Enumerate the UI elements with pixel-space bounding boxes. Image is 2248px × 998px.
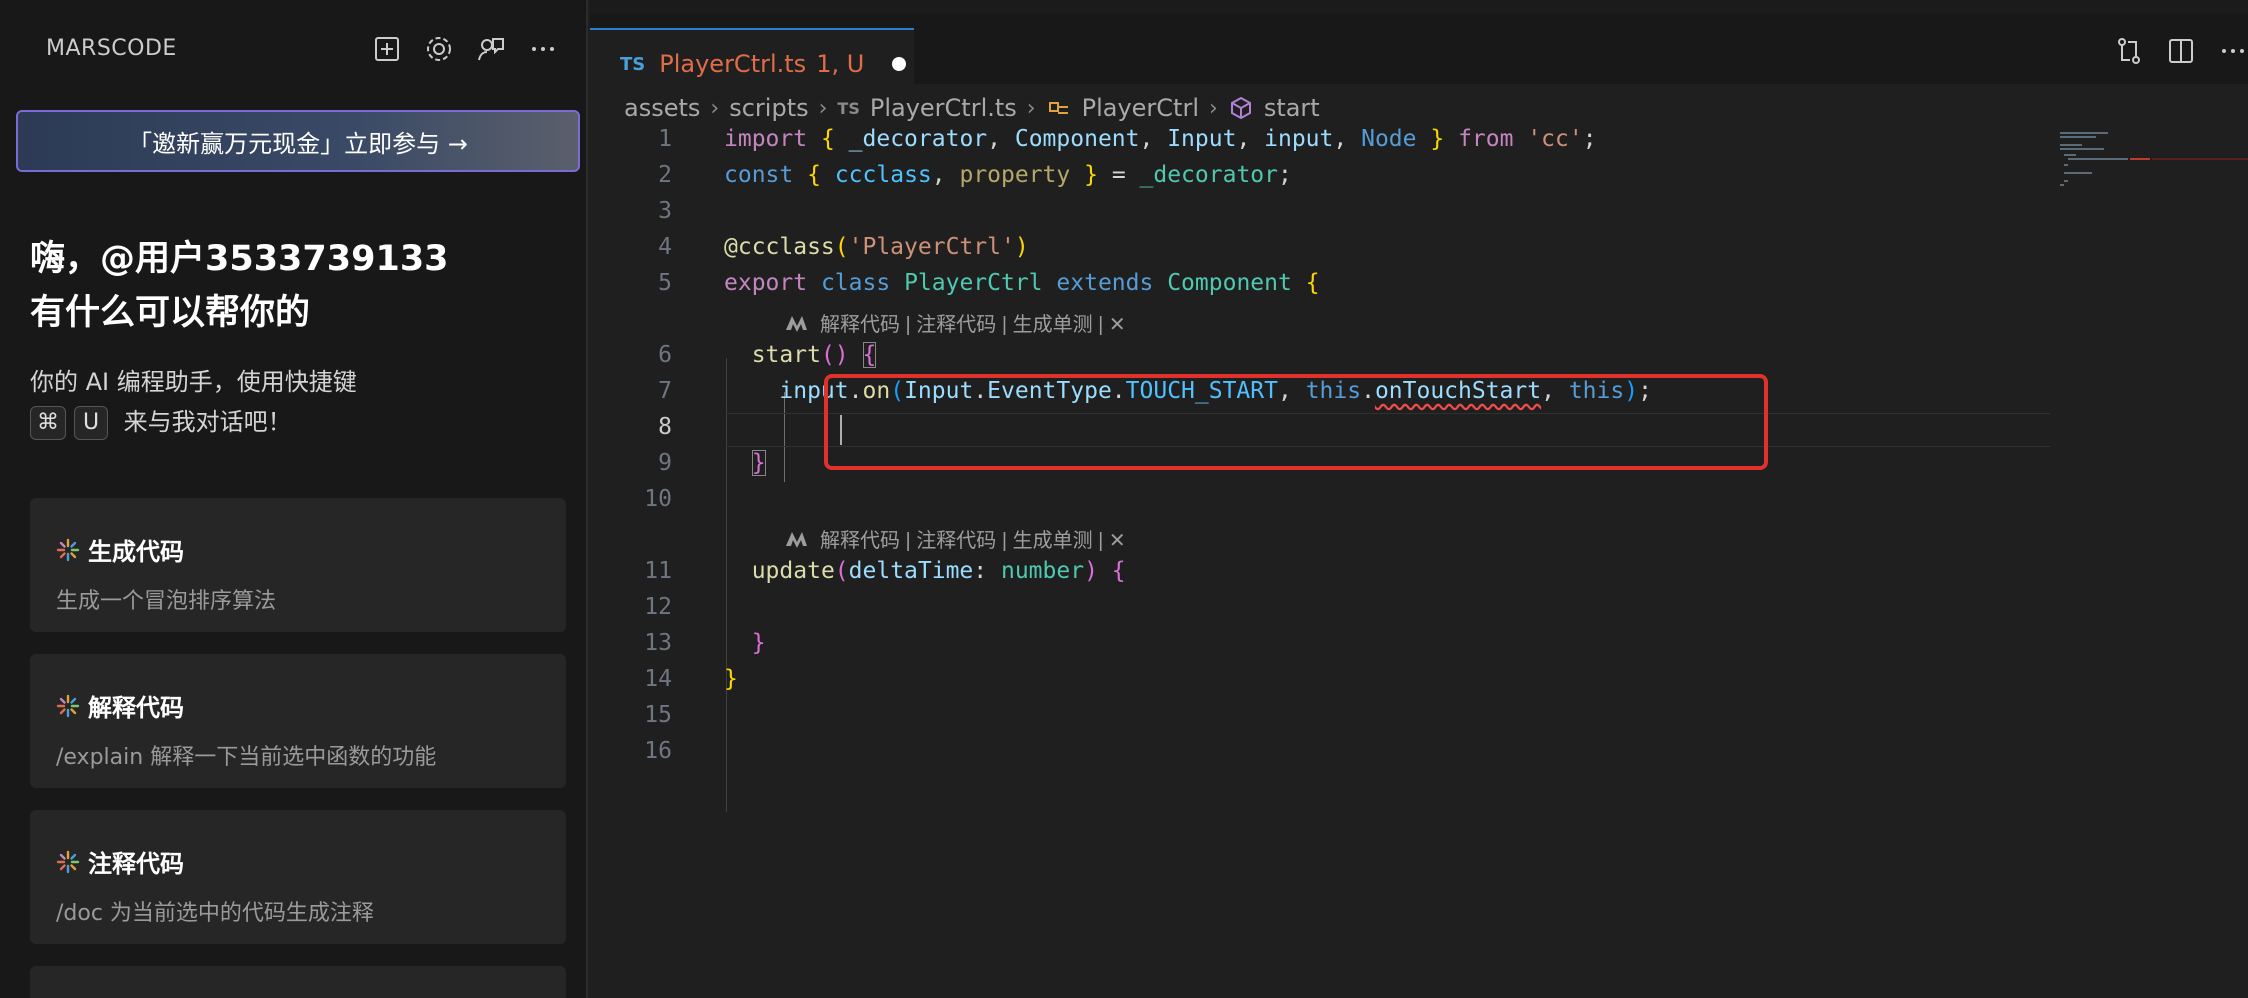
line-number: 2 xyxy=(658,162,672,188)
minimap-line xyxy=(2060,136,2096,138)
typescript-icon: TS xyxy=(620,53,646,75)
minimap-line xyxy=(2068,158,2128,160)
feedback-icon[interactable] xyxy=(474,32,508,66)
line-number: 8 xyxy=(658,414,672,440)
more-actions-icon[interactable] xyxy=(2216,34,2248,68)
codelens-actions[interactable]: 解释代码 | 注释代码 | 生成单测 | ✕ xyxy=(784,308,1126,337)
tab-playerctrl[interactable]: TS PlayerCtrl.ts 1, U xyxy=(590,28,914,98)
suggestion-card-generate[interactable]: 生成代码 生成一个冒泡排序算法 xyxy=(30,498,566,632)
chevron-right-icon: › xyxy=(1026,95,1036,121)
source-control-compare-icon[interactable] xyxy=(2112,34,2146,68)
suggestion-card-doc[interactable]: 注释代码 /doc 为当前选中的代码生成注释 xyxy=(30,810,566,944)
sparkle-icon xyxy=(56,850,80,873)
chevron-right-icon: › xyxy=(1209,95,1218,121)
breadcrumb-assets[interactable]: assets xyxy=(624,94,700,122)
tab-bar: TS PlayerCtrl.ts 1, U xyxy=(590,0,2248,98)
code-line-1: import { _decorator, Component, Input, i… xyxy=(724,126,1597,152)
minimap-line xyxy=(2060,132,2108,134)
line-number: 13 xyxy=(644,630,672,656)
line-number: 1 xyxy=(658,126,672,152)
gear-icon[interactable] xyxy=(422,32,456,66)
shortcut-key-u: U xyxy=(74,406,108,440)
ai-assistant-sidebar: MARSCODE 「邀新赢万元现金」立即参与 → 嗨，@用户3533739133… xyxy=(0,0,588,998)
chevron-right-icon: › xyxy=(710,95,720,121)
intro-line-1: 你的 AI 编程助手，使用快捷键 xyxy=(30,368,357,396)
breadcrumb-method[interactable]: start xyxy=(1264,94,1320,122)
minimap-line xyxy=(2064,164,2068,166)
line-number: 15 xyxy=(644,702,672,728)
line-number: 9 xyxy=(658,450,672,476)
unsaved-dot-icon[interactable] xyxy=(892,57,907,71)
card-desc: /doc 为当前选中的代码生成注释 xyxy=(56,901,374,926)
line-number: 6 xyxy=(658,342,672,368)
code-line-4: @ccclass('PlayerCtrl') xyxy=(724,234,1029,260)
tab-problem-status: 1, U xyxy=(816,50,865,78)
line-number: 3 xyxy=(658,198,672,224)
intro-text: 你的 AI 编程助手，使用快捷键 ⌘ U 来与我对话吧！ xyxy=(30,362,357,442)
promo-banner[interactable]: 「邀新赢万元现金」立即参与 → xyxy=(16,110,580,172)
tab-filename: PlayerCtrl.ts xyxy=(659,50,807,78)
line-number: 10 xyxy=(644,486,672,512)
code-line-2: const { ccclass, property } = _decorator… xyxy=(724,162,1292,188)
sidebar-title: MARSCODE xyxy=(46,36,177,61)
line-number: 4 xyxy=(658,234,672,260)
codelens-actions[interactable]: 解释代码 | 注释代码 | 生成单测 | ✕ xyxy=(784,524,1126,553)
marscode-logo-icon xyxy=(786,315,807,332)
line-number: 16 xyxy=(644,738,672,764)
minimap-line xyxy=(2060,184,2064,186)
code-line-5: export class PlayerCtrl extends Componen… xyxy=(724,270,1320,296)
class-symbol-icon xyxy=(1048,102,1068,114)
line-number: 5 xyxy=(658,270,672,296)
method-symbol-icon xyxy=(1230,96,1251,120)
card-title: 解释代码 xyxy=(56,688,540,723)
new-chat-icon[interactable] xyxy=(370,32,404,66)
minimap-line xyxy=(2060,148,2104,150)
breadcrumb-file[interactable]: PlayerCtrl.ts xyxy=(870,94,1017,122)
code-editor: TS PlayerCtrl.ts 1, U assets › scripts ›… xyxy=(590,0,2248,998)
suggestion-card-partial[interactable] xyxy=(30,966,566,998)
minimap-line xyxy=(2064,180,2068,182)
code-line-9: } xyxy=(751,450,766,476)
card-desc: 生成一个冒泡排序算法 xyxy=(56,589,277,614)
intro-line-2: 来与我对话吧！ xyxy=(123,408,292,436)
line-number: 7 xyxy=(658,378,672,404)
split-editor-icon[interactable] xyxy=(2164,34,2198,68)
breadcrumb-class[interactable]: PlayerCtrl xyxy=(1082,94,1199,122)
minimap-line xyxy=(2064,154,2076,156)
breadcrumb: assets › scripts › TS PlayerCtrl.ts › Pl… xyxy=(624,92,1320,124)
card-title: 注释代码 xyxy=(56,844,540,879)
sparkle-icon xyxy=(56,694,80,717)
line-number: 12 xyxy=(644,594,672,620)
annotation-highlight-box xyxy=(824,374,1768,470)
greeting: 嗨，@用户3533739133 有什么可以帮你的 xyxy=(30,232,449,340)
greeting-line-1: 嗨，@用户3533739133 xyxy=(30,239,449,279)
minimap[interactable] xyxy=(2056,128,2248,228)
card-title: 生成代码 xyxy=(56,532,540,567)
more-icon[interactable] xyxy=(526,32,560,66)
minimap-error-line xyxy=(2152,158,2248,160)
line-number: 14 xyxy=(644,666,672,692)
code-line-6: start() { xyxy=(751,342,877,368)
suggestion-card-explain[interactable]: 解释代码 /explain 解释一下当前选中函数的功能 xyxy=(30,654,566,788)
sidebar-header: MARSCODE xyxy=(0,0,586,100)
code-line-14: } xyxy=(724,666,738,692)
card-desc: /explain 解释一下当前选中函数的功能 xyxy=(56,745,437,770)
sparkle-icon xyxy=(56,538,80,561)
marscode-logo-icon xyxy=(786,531,807,548)
minimap-error-marker xyxy=(2130,158,2150,160)
code-line-13: } xyxy=(751,630,766,656)
code-area[interactable]: 1 2 3 4 5 6 7 8 9 10 11 12 13 14 15 16 i… xyxy=(590,126,2050,998)
greeting-line-2: 有什么可以帮你的 xyxy=(30,293,311,333)
minimap-line xyxy=(2060,144,2082,146)
typescript-icon: TS xyxy=(837,98,860,118)
line-number: 11 xyxy=(644,558,672,584)
code-line-11: update(deltaTime: number) { xyxy=(751,558,1126,584)
chevron-right-icon: › xyxy=(818,95,828,121)
intro-line-2-wrap: ⌘ U 来与我对话吧！ xyxy=(30,402,357,442)
shortcut-key-cmd: ⌘ xyxy=(30,406,66,440)
breadcrumb-scripts[interactable]: scripts xyxy=(729,94,808,122)
minimap-line xyxy=(2064,172,2092,174)
